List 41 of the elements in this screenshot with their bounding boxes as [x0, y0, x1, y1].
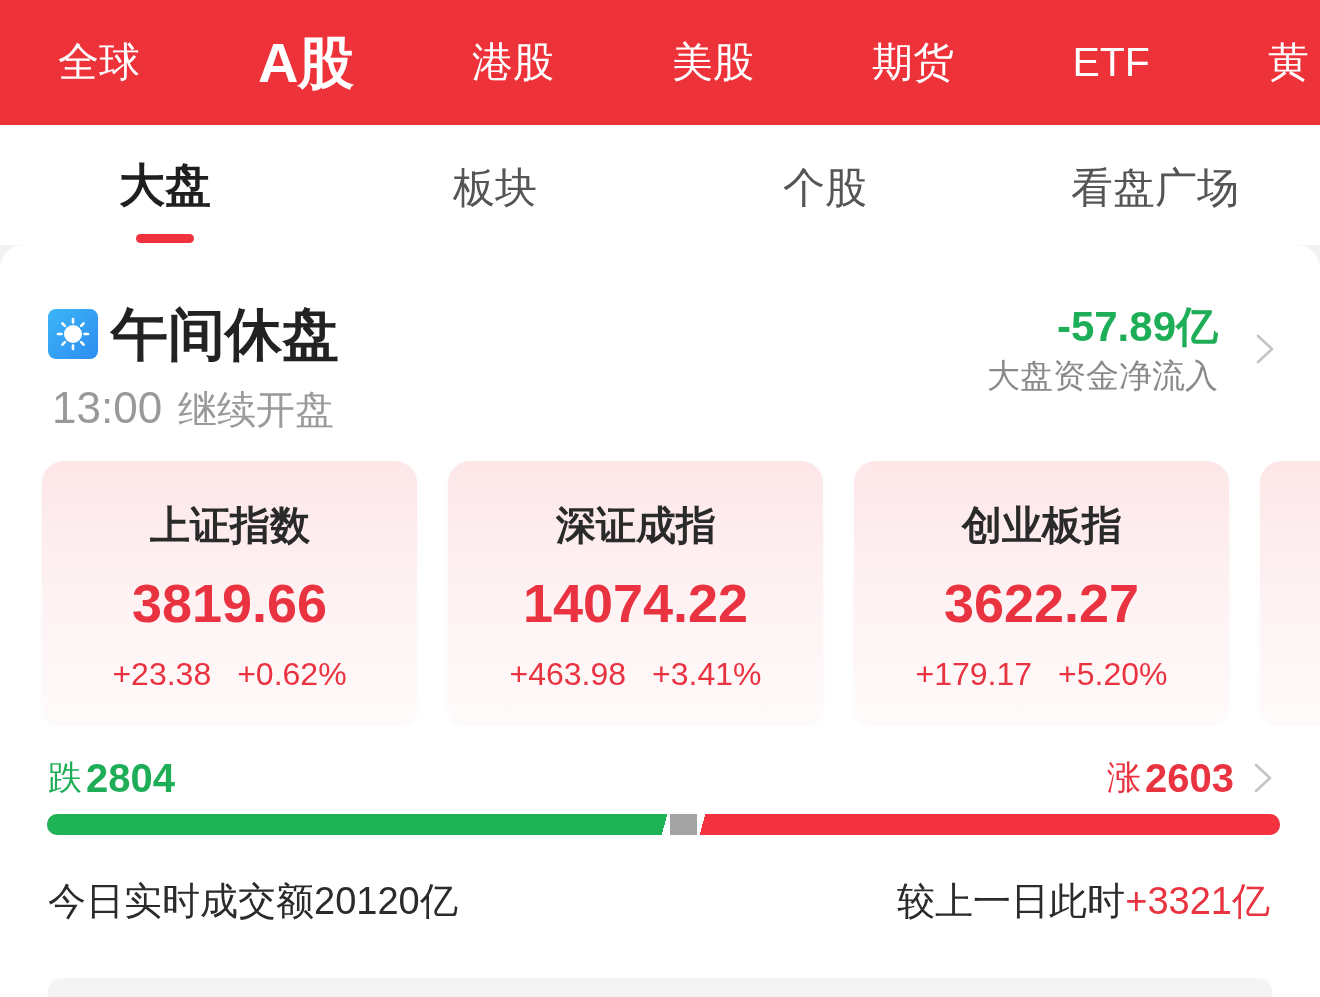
index-name: 深证成指 [555, 501, 716, 549]
resume-label: 继续开盘 [178, 389, 335, 433]
index-value: 14074.22 [522, 571, 749, 635]
compare-label: 较上一日此时 [897, 878, 1126, 924]
index-card[interactable]: 上证指数 3819.66 +23.38 +0.62% [42, 460, 417, 726]
index-name: 创业板指 [961, 501, 1122, 549]
index-change: +463.98 [509, 654, 627, 694]
market-tab[interactable]: 黄 [1267, 37, 1309, 88]
fund-flow-value: -57.89亿 [1056, 302, 1218, 352]
up-label: 涨 [1107, 757, 1141, 799]
market-tab[interactable]: 美股 [672, 37, 755, 88]
market-tab[interactable]: ETF [1072, 37, 1150, 88]
view-tab[interactable]: 看盘广场 [1071, 162, 1239, 245]
index-change: +179.17 [915, 654, 1033, 694]
view-tab[interactable]: 大盘 [119, 157, 211, 245]
index-change-percent: +3.41% [652, 654, 762, 694]
down-label: 跌 [48, 757, 82, 799]
view-tab[interactable]: 板块 [453, 162, 537, 245]
index-change: +23.38 [112, 654, 212, 694]
sun-icon [48, 309, 98, 360]
market-tab[interactable]: 全球 [58, 37, 140, 88]
fund-flow-label: 大盘资金净流入 [987, 356, 1218, 396]
index-change-percent: +0.62% [237, 654, 347, 694]
market-tab[interactable]: 港股 [472, 37, 555, 88]
down-count: 2804 [86, 754, 175, 802]
chevron-right-icon[interactable] [1254, 762, 1272, 793]
session-title: 午间休盘 [111, 301, 339, 368]
index-value: 3819.66 [131, 571, 328, 635]
turnover-text: 今日实时成交额20120亿 [48, 878, 458, 924]
index-value: 3622.27 [943, 571, 1140, 635]
index-card[interactable]: 创业板指 3622.27 +179.17 +5.20% [854, 460, 1229, 726]
market-tab[interactable]: A股 [258, 28, 355, 97]
chevron-right-icon[interactable] [1256, 334, 1274, 364]
up-count: 2603 [1145, 754, 1234, 802]
resume-time: 13:00 [52, 384, 163, 433]
market-tab[interactable]: 期货 [872, 37, 955, 88]
view-tab[interactable]: 个股 [783, 162, 867, 245]
index-change-percent: +5.20% [1058, 654, 1168, 694]
index-card[interactable]: 深证成指 14074.22 +463.98 +3.41% [448, 460, 823, 726]
index-name: 上证指数 [149, 501, 310, 549]
compare-value: +3321亿 [1125, 878, 1270, 924]
